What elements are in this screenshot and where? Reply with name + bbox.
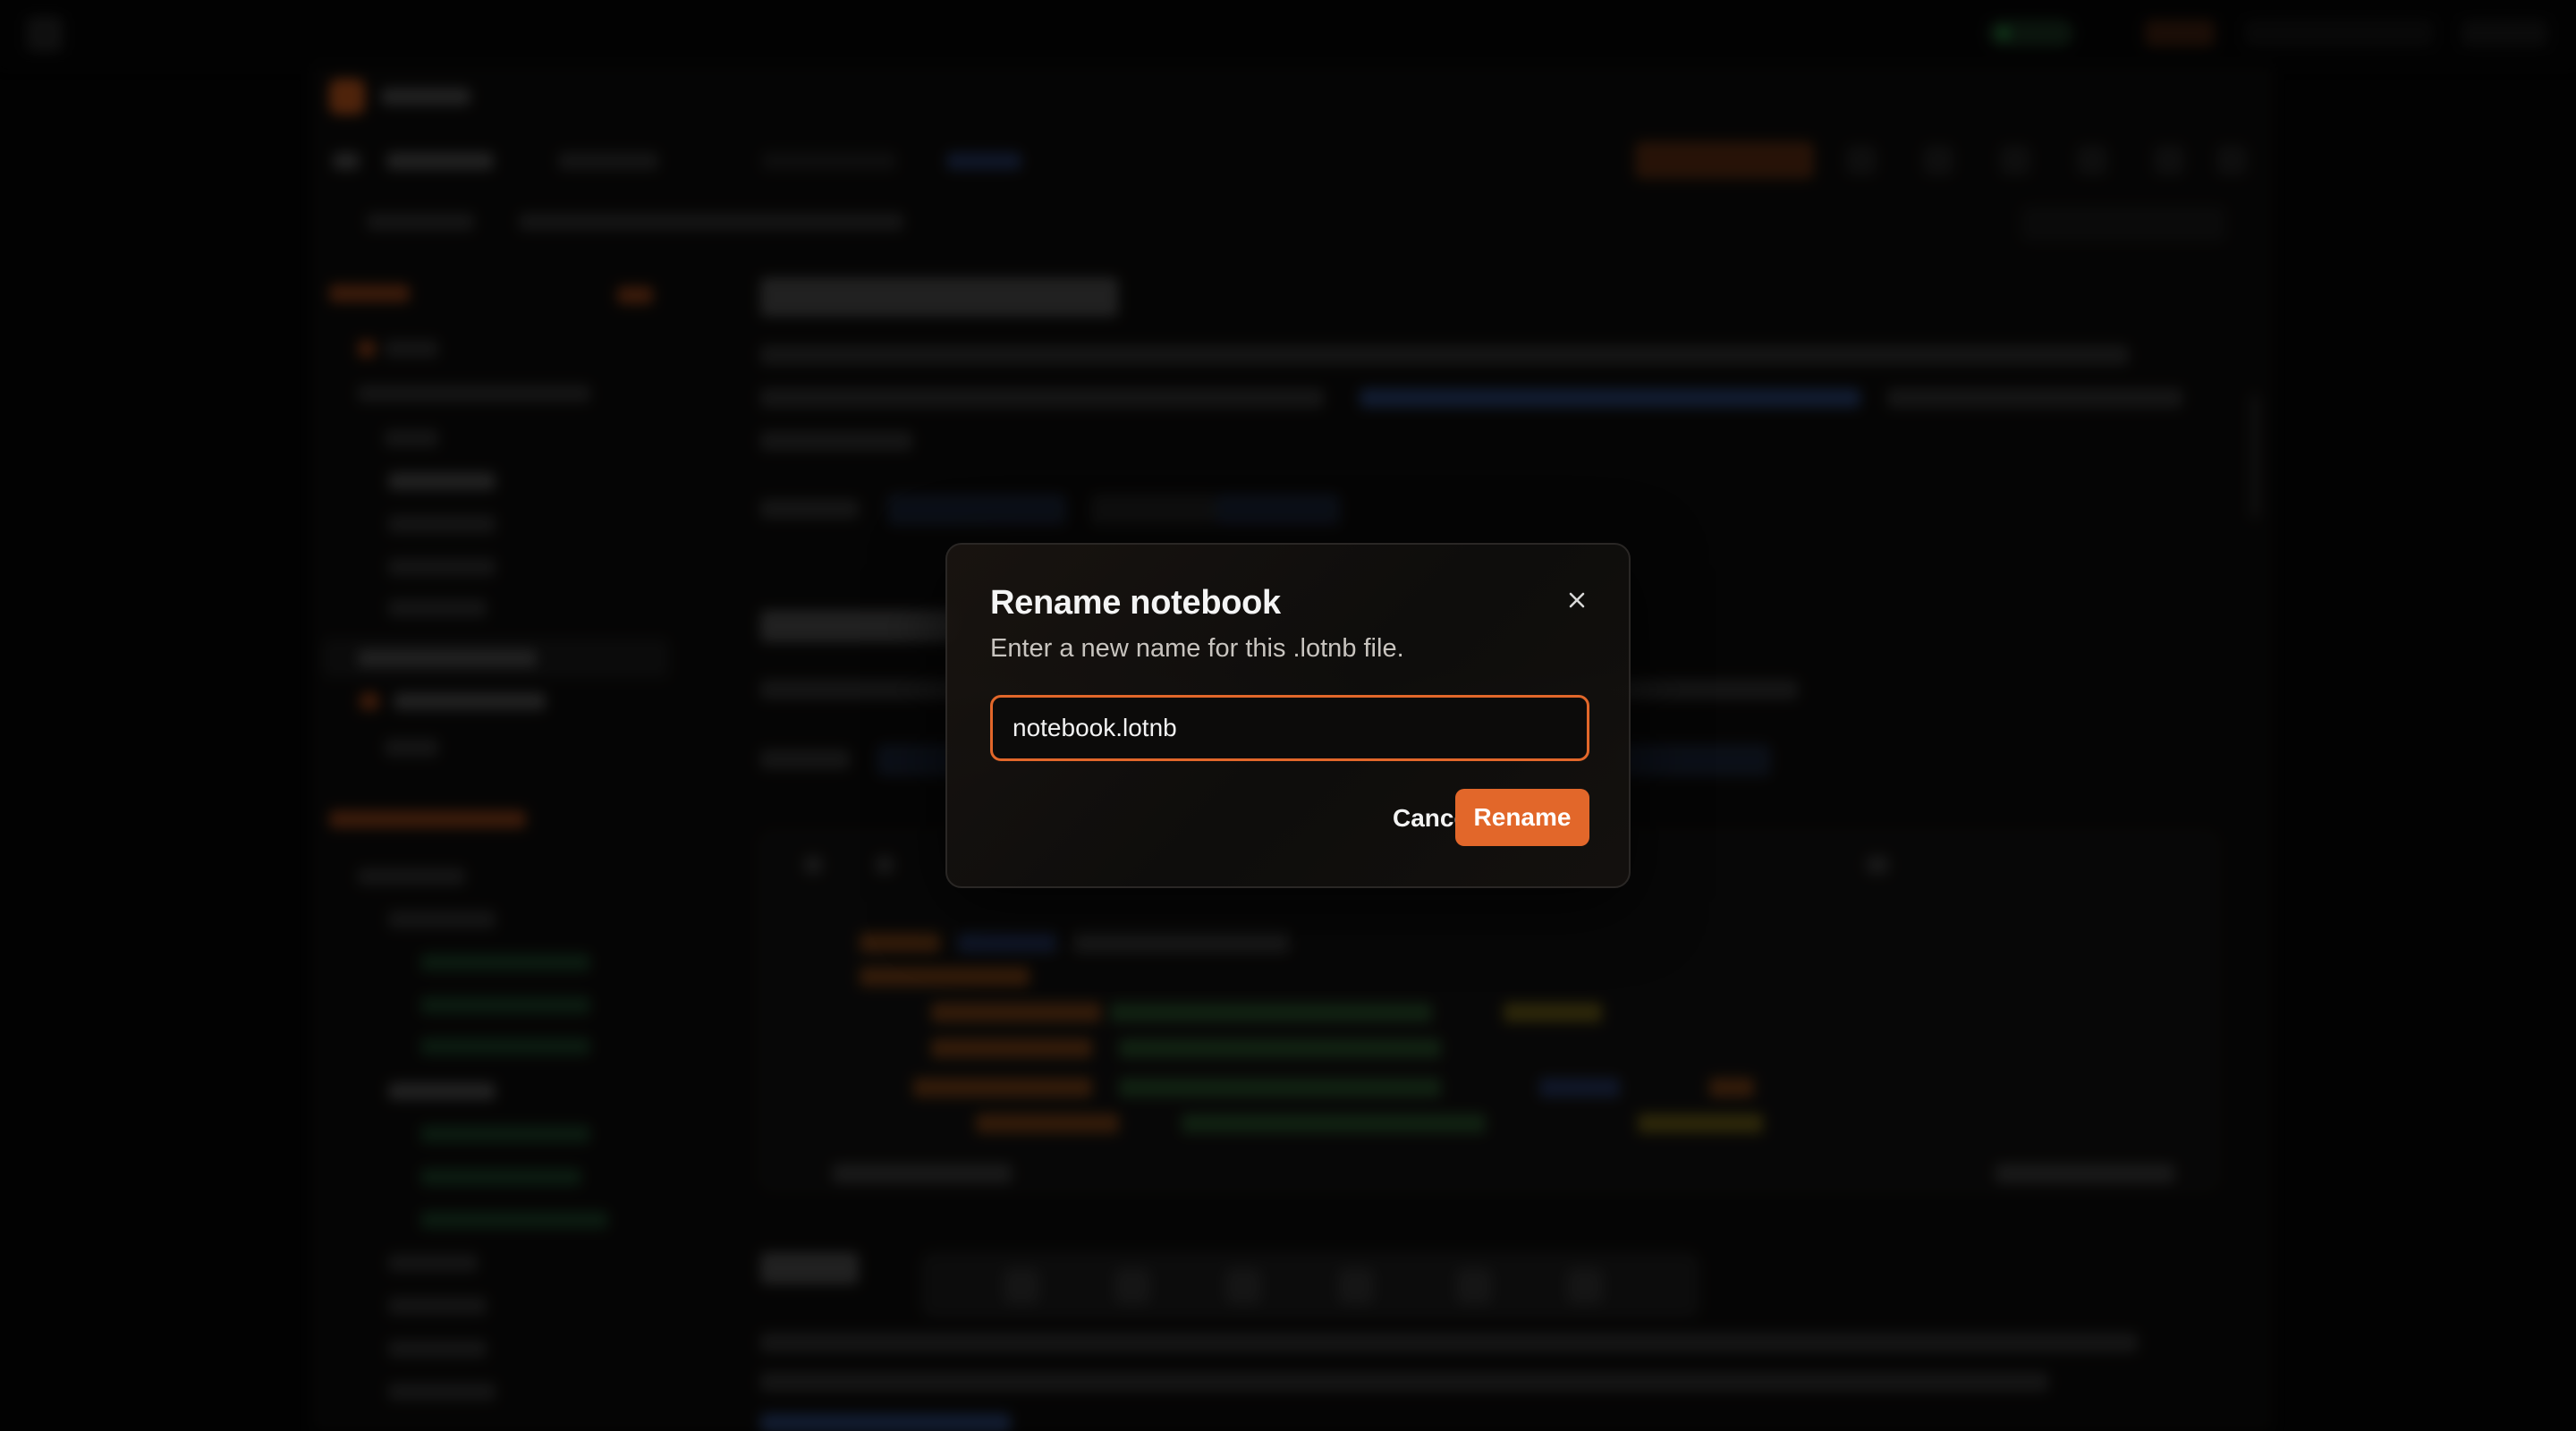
screen: Rename notebook Enter a new name for thi… xyxy=(0,0,2576,1431)
rename-button[interactable]: Rename xyxy=(1455,789,1589,846)
close-icon[interactable] xyxy=(1559,582,1595,618)
notebook-name-input[interactable] xyxy=(990,695,1589,761)
dialog-description: Enter a new name for this .lotnb file. xyxy=(990,634,1404,663)
dialog-title: Rename notebook xyxy=(990,584,1281,622)
rename-dialog: Rename notebook Enter a new name for thi… xyxy=(945,543,1631,888)
